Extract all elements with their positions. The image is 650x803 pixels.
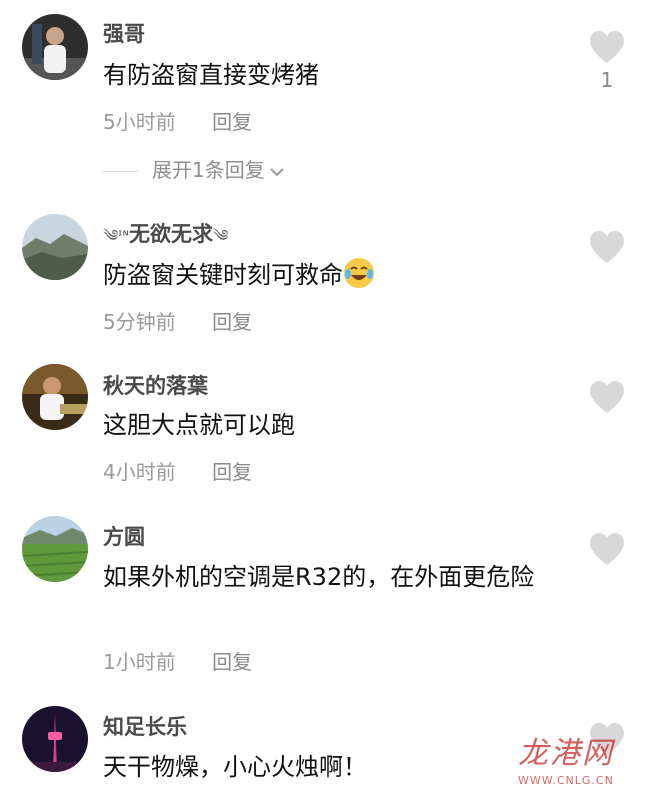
reply-button[interactable]: 回复 <box>212 110 252 134</box>
like-button[interactable] <box>587 532 627 566</box>
timestamp: 5小时前 <box>103 110 176 134</box>
comment-text: 天干物燥，小心火烛啊！ <box>103 753 367 781</box>
reply-button[interactable]: 回复 <box>212 650 252 674</box>
like-count: 1 <box>600 68 614 92</box>
timestamp: 4小时前 <box>103 460 176 484</box>
timestamp: 5分钟前 <box>103 310 176 334</box>
watermark: 龙港网 WWW.CNLG.CN <box>518 728 628 788</box>
crying-laughing-emoji-icon <box>343 257 375 289</box>
chevron-down-icon <box>269 166 285 178</box>
expand-replies[interactable]: 展开1条回复 <box>103 154 285 183</box>
decoration-icon: ༄ᶦᶰ <box>103 226 129 245</box>
heart-icon <box>590 31 624 63</box>
username[interactable]: 知足长乐 <box>103 711 187 741</box>
watermark-url: WWW.CNLG.CN <box>518 774 614 787</box>
timestamp: 1小时前 <box>103 650 176 674</box>
heart-icon <box>590 381 624 413</box>
divider <box>103 171 138 172</box>
reply-button[interactable]: 回复 <box>212 310 252 334</box>
comment-meta: 1小时前 回复 <box>103 646 252 675</box>
heart-icon <box>590 231 624 263</box>
avatar[interactable] <box>22 14 88 80</box>
username[interactable]: 强哥 <box>103 18 145 48</box>
like-button[interactable]: 1 <box>587 30 627 92</box>
avatar[interactable] <box>22 214 88 280</box>
username[interactable]: 秋天的落葉 <box>103 370 208 400</box>
avatar[interactable] <box>22 516 88 582</box>
comment-text: 这胆大点就可以跑 <box>103 411 295 439</box>
reply-button[interactable]: 回复 <box>212 460 252 484</box>
heart-icon <box>590 533 624 565</box>
avatar[interactable] <box>22 364 88 430</box>
decoration-icon: ༄ <box>213 226 229 245</box>
avatar[interactable] <box>22 706 88 772</box>
comment-meta: 5分钟前 回复 <box>103 306 252 335</box>
comment-text: 有防盗窗直接变烤猪 <box>103 61 319 89</box>
watermark-logo: 龙港网 <box>518 736 614 771</box>
expand-replies-label: 展开1条回复 <box>152 158 265 182</box>
username-text: 无欲无求 <box>129 222 213 246</box>
username[interactable]: 方圆 <box>103 521 145 551</box>
comment-text: 防盗窗关键时刻可救命 <box>103 256 583 294</box>
comment-meta: 5小时前 回复 <box>103 106 252 135</box>
like-button[interactable] <box>587 230 627 264</box>
comment-text: 如果外机的空调是R32的，在外面更危险 <box>103 563 535 591</box>
like-button[interactable] <box>587 380 627 414</box>
comment-meta: 4小时前 回复 <box>103 456 252 485</box>
comment-text-body: 防盗窗关键时刻可救命 <box>103 261 343 289</box>
